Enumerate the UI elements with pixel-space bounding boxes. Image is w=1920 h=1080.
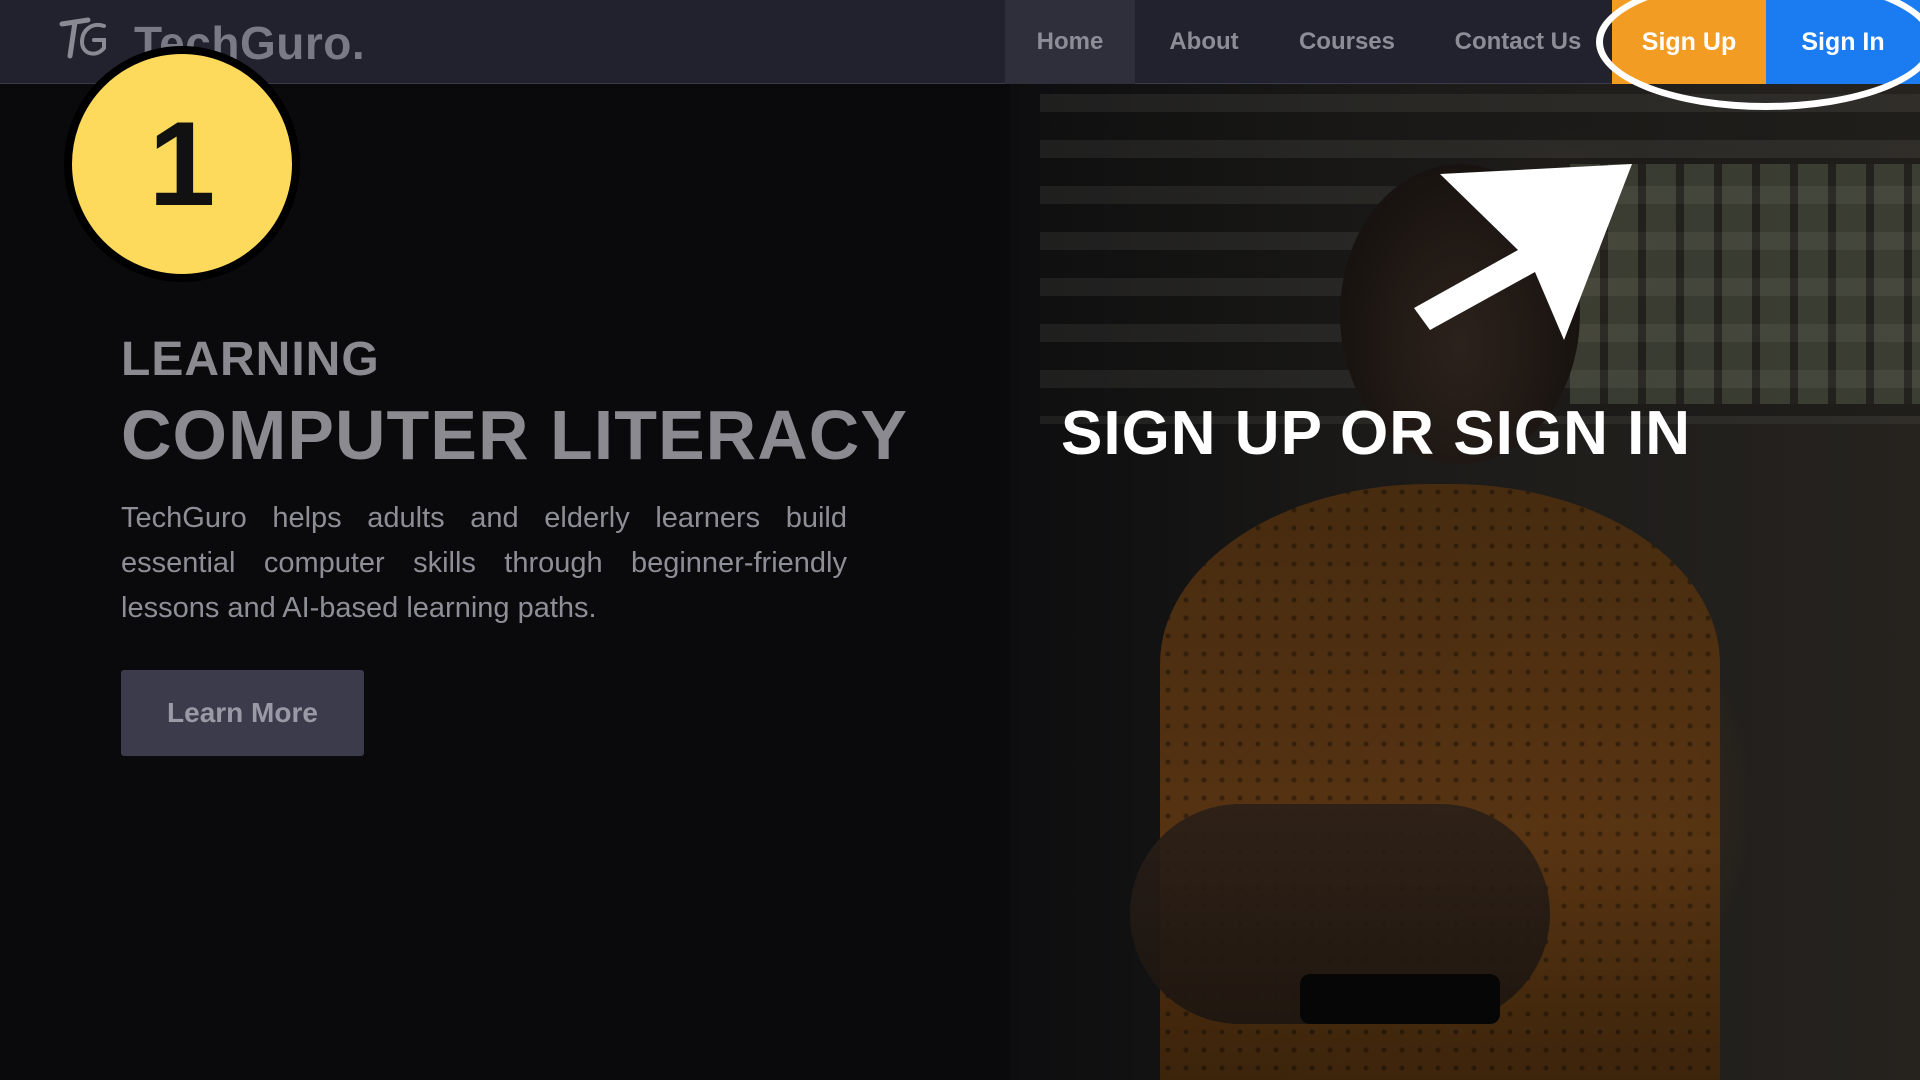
nav-about[interactable]: About — [1145, 0, 1263, 84]
hero-description: TechGuro helps adults and elderly learne… — [121, 502, 847, 624]
arrow-up-right-icon — [1414, 164, 1632, 340]
hero-title: COMPUTER LITERACY — [121, 396, 908, 474]
hero-kicker: LEARNING — [121, 333, 380, 386]
learn-more-button[interactable]: Learn More — [121, 670, 364, 756]
step-number: 1 — [148, 97, 216, 231]
nav-home[interactable]: Home — [1005, 0, 1135, 84]
nav-contact-us[interactable]: Contact Us — [1440, 0, 1596, 84]
step-badge: 1 — [64, 46, 300, 282]
nav-courses[interactable]: Courses — [1285, 0, 1409, 84]
phone — [1300, 974, 1500, 1024]
annotation-instruction: SIGN UP OR SIGN IN — [1061, 399, 1692, 468]
